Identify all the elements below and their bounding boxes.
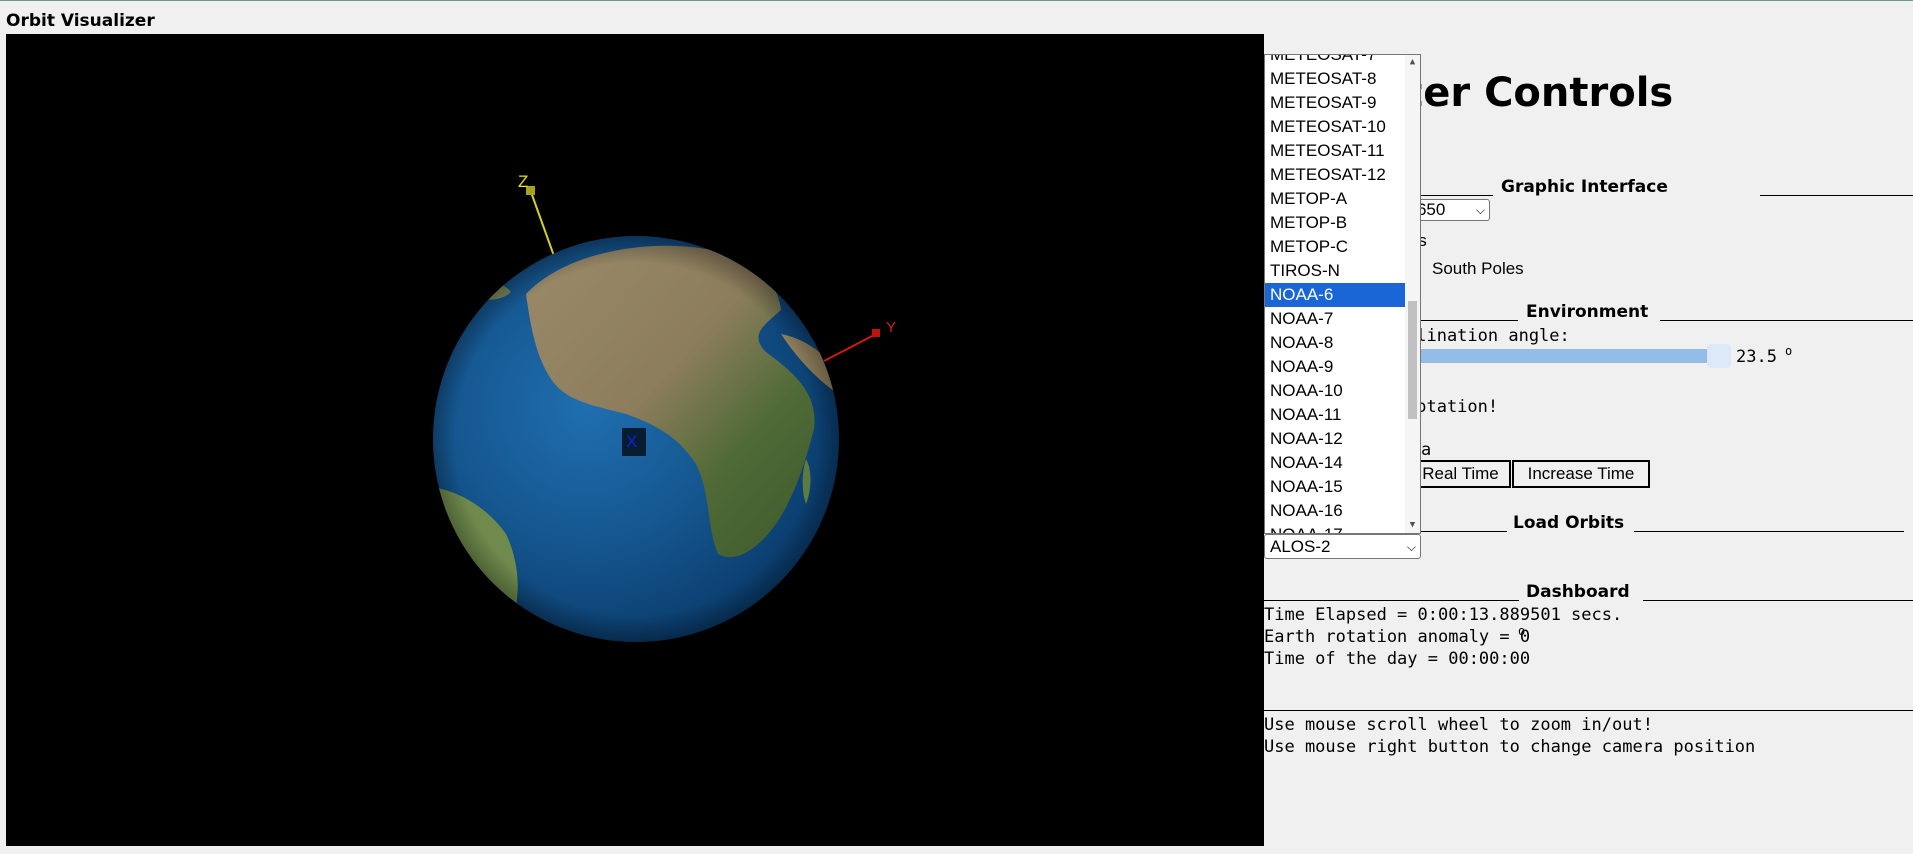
y-axis-line	[823, 333, 877, 362]
orbit-option[interactable]: NOAA-6	[1265, 283, 1405, 307]
graphic-rule-left	[1421, 195, 1493, 196]
graphic-rule-right	[1760, 195, 1913, 196]
time-elapsed: Time Elapsed = 0:00:13.889501 secs.	[1264, 605, 1623, 625]
camera-label: a	[1421, 440, 1432, 460]
orbit-option[interactable]: NOAA-10	[1265, 379, 1405, 403]
orbit-option[interactable]: NOAA-17	[1265, 523, 1405, 533]
controls-title: zer Controls	[1400, 70, 1674, 116]
orbit-option[interactable]: METOP-C	[1265, 235, 1405, 259]
z-axis-line	[530, 191, 555, 257]
dropdown-scrollbar[interactable]: ▲ ▼	[1405, 55, 1420, 533]
real-time-button[interactable]: Real Time	[1410, 460, 1511, 488]
orbit-option[interactable]: METEOSAT-10	[1265, 115, 1405, 139]
scroll-up-icon[interactable]: ▲	[1408, 56, 1417, 68]
scroll-down-icon[interactable]: ▼	[1408, 519, 1417, 531]
anomaly-degree: o	[1518, 624, 1526, 638]
orbit-option[interactable]: NOAA-15	[1265, 475, 1405, 499]
help-rule	[1264, 710, 1913, 711]
environment-rule-left	[1421, 320, 1518, 321]
orbit-option[interactable]: METEOSAT-11	[1265, 139, 1405, 163]
orbit-select-value: ALOS-2	[1270, 537, 1331, 556]
window-top-border	[0, 0, 1913, 1]
orbit-option[interactable]: METEOSAT-8	[1265, 67, 1405, 91]
y-axis-marker	[872, 329, 880, 337]
load-orbits-header: Load Orbits	[1513, 513, 1625, 533]
show-poles-label: South Poles	[1432, 259, 1524, 278]
inclination-slider-thumb[interactable]	[1707, 344, 1731, 368]
orbit-option[interactable]: METEOSAT-7	[1265, 55, 1405, 67]
orbit-dropdown-list[interactable]: METEOSAT-7 METEOSAT-8 METEOSAT-9 METEOSAT-1…	[1264, 54, 1421, 534]
orbit-option[interactable]: NOAA-7	[1265, 307, 1405, 331]
help-camera: Use mouse right button to change camera …	[1264, 737, 1756, 757]
orbit-option[interactable]: METOP-A	[1265, 187, 1405, 211]
dashboard-header: Dashboard	[1526, 582, 1630, 602]
load-orbits-rule-right	[1634, 531, 1904, 532]
orbit-option[interactable]: NOAA-14	[1265, 451, 1405, 475]
chevron-down-icon: ⌵	[1475, 203, 1485, 217]
orbit-option[interactable]: NOAA-11	[1265, 403, 1405, 427]
dashboard-rule-right	[1643, 600, 1913, 601]
scene-svg: Z Y X	[433, 172, 896, 642]
orbit-option[interactable]: TIROS-N	[1265, 259, 1405, 283]
orbit-option[interactable]: METOP-B	[1265, 211, 1405, 235]
scrollbar-thumb[interactable]	[1408, 301, 1417, 419]
inclination-slider-track[interactable]	[1392, 349, 1722, 363]
inclination-label: clination angle:	[1406, 326, 1570, 346]
window-title: Orbit Visualizer	[6, 11, 155, 31]
orbit-option[interactable]: NOAA-16	[1265, 499, 1405, 523]
chevron-down-icon: ⌵	[1406, 540, 1416, 554]
orbit-option[interactable]: NOAA-8	[1265, 331, 1405, 355]
graphic-header: Graphic Interface	[1501, 177, 1668, 197]
environment-header: Environment	[1526, 302, 1649, 322]
increase-time-button[interactable]: Increase Time	[1512, 460, 1650, 488]
inclination-value: 23.5	[1736, 347, 1777, 367]
z-axis-label: Z	[518, 172, 528, 191]
time-of-day: Time of the day = 00:00:00	[1264, 649, 1531, 669]
orbit-viewport[interactable]: Z Y X	[6, 34, 1264, 846]
orbit-options: METEOSAT-7 METEOSAT-8 METEOSAT-9 METEOSAT-1…	[1265, 55, 1405, 533]
orbit-option[interactable]: NOAA-9	[1265, 355, 1405, 379]
orbit-select[interactable]: ALOS-2 ⌵	[1264, 534, 1421, 559]
x-axis-label: X	[626, 432, 637, 451]
help-zoom: Use mouse scroll wheel to zoom in/out!	[1264, 715, 1653, 735]
environment-rule-right	[1660, 320, 1913, 321]
orbit-option[interactable]: METEOSAT-12	[1265, 163, 1405, 187]
y-axis-label: Y	[886, 319, 896, 336]
orbit-option[interactable]: NOAA-12	[1265, 427, 1405, 451]
rotation-anomaly: Earth rotation anomaly = 0	[1264, 627, 1531, 647]
dashboard-rule-left	[1264, 600, 1519, 601]
inclination-degree: o	[1785, 344, 1793, 358]
orbit-option[interactable]: METEOSAT-9	[1265, 91, 1405, 115]
load-orbits-rule-left	[1421, 531, 1507, 532]
